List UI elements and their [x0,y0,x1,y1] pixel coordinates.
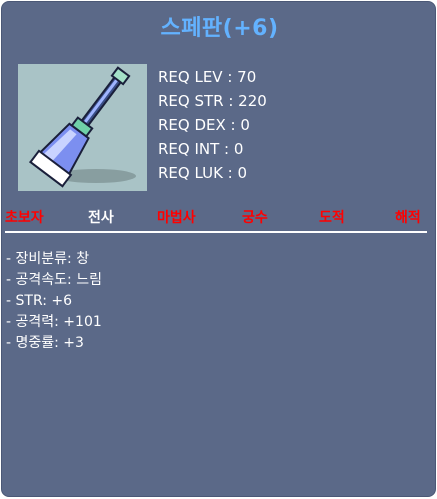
job-pirate: 해적 [395,210,421,226]
stat-category: - 장비분류: 창 [6,251,90,267]
job-magician: 마법사 [157,210,196,226]
requirements-list: REQ LEV : 70 REQ STR : 220 REQ DEX : 0 R… [158,68,267,188]
req-luk: REQ LUK : 0 [158,164,248,182]
spear-icon [28,66,136,188]
job-archer: 궁수 [242,210,268,226]
item-tooltip: 스페판(+6) REQ LEV : 70 REQ STR : 220 REQ D… [1,1,436,497]
item-name: 스페판(+6) [160,16,279,41]
req-str: REQ STR : 220 [158,92,267,110]
req-level: REQ LEV : 70 [158,68,257,86]
job-beginner: 초보자 [5,210,44,226]
job-warrior: 전사 [88,210,114,226]
divider [5,231,427,233]
stat-attack: - 공격력: +101 [6,314,102,330]
req-dex: REQ DEX : 0 [158,116,250,134]
item-icon-frame [18,64,147,191]
stats-list: - 장비분류: 창 - 공격속도: 느림 - STR: +6 - 공격력: +1… [6,250,102,355]
req-int: REQ INT : 0 [158,140,244,158]
stat-attack-speed: - 공격속도: 느림 [6,272,102,288]
job-thief: 도적 [319,210,345,226]
stat-str: - STR: +6 [6,293,73,309]
job-list: 초보자 전사 마법사 궁수 도적 해적 [2,207,437,227]
stat-accuracy: - 명중률: +3 [6,335,84,351]
